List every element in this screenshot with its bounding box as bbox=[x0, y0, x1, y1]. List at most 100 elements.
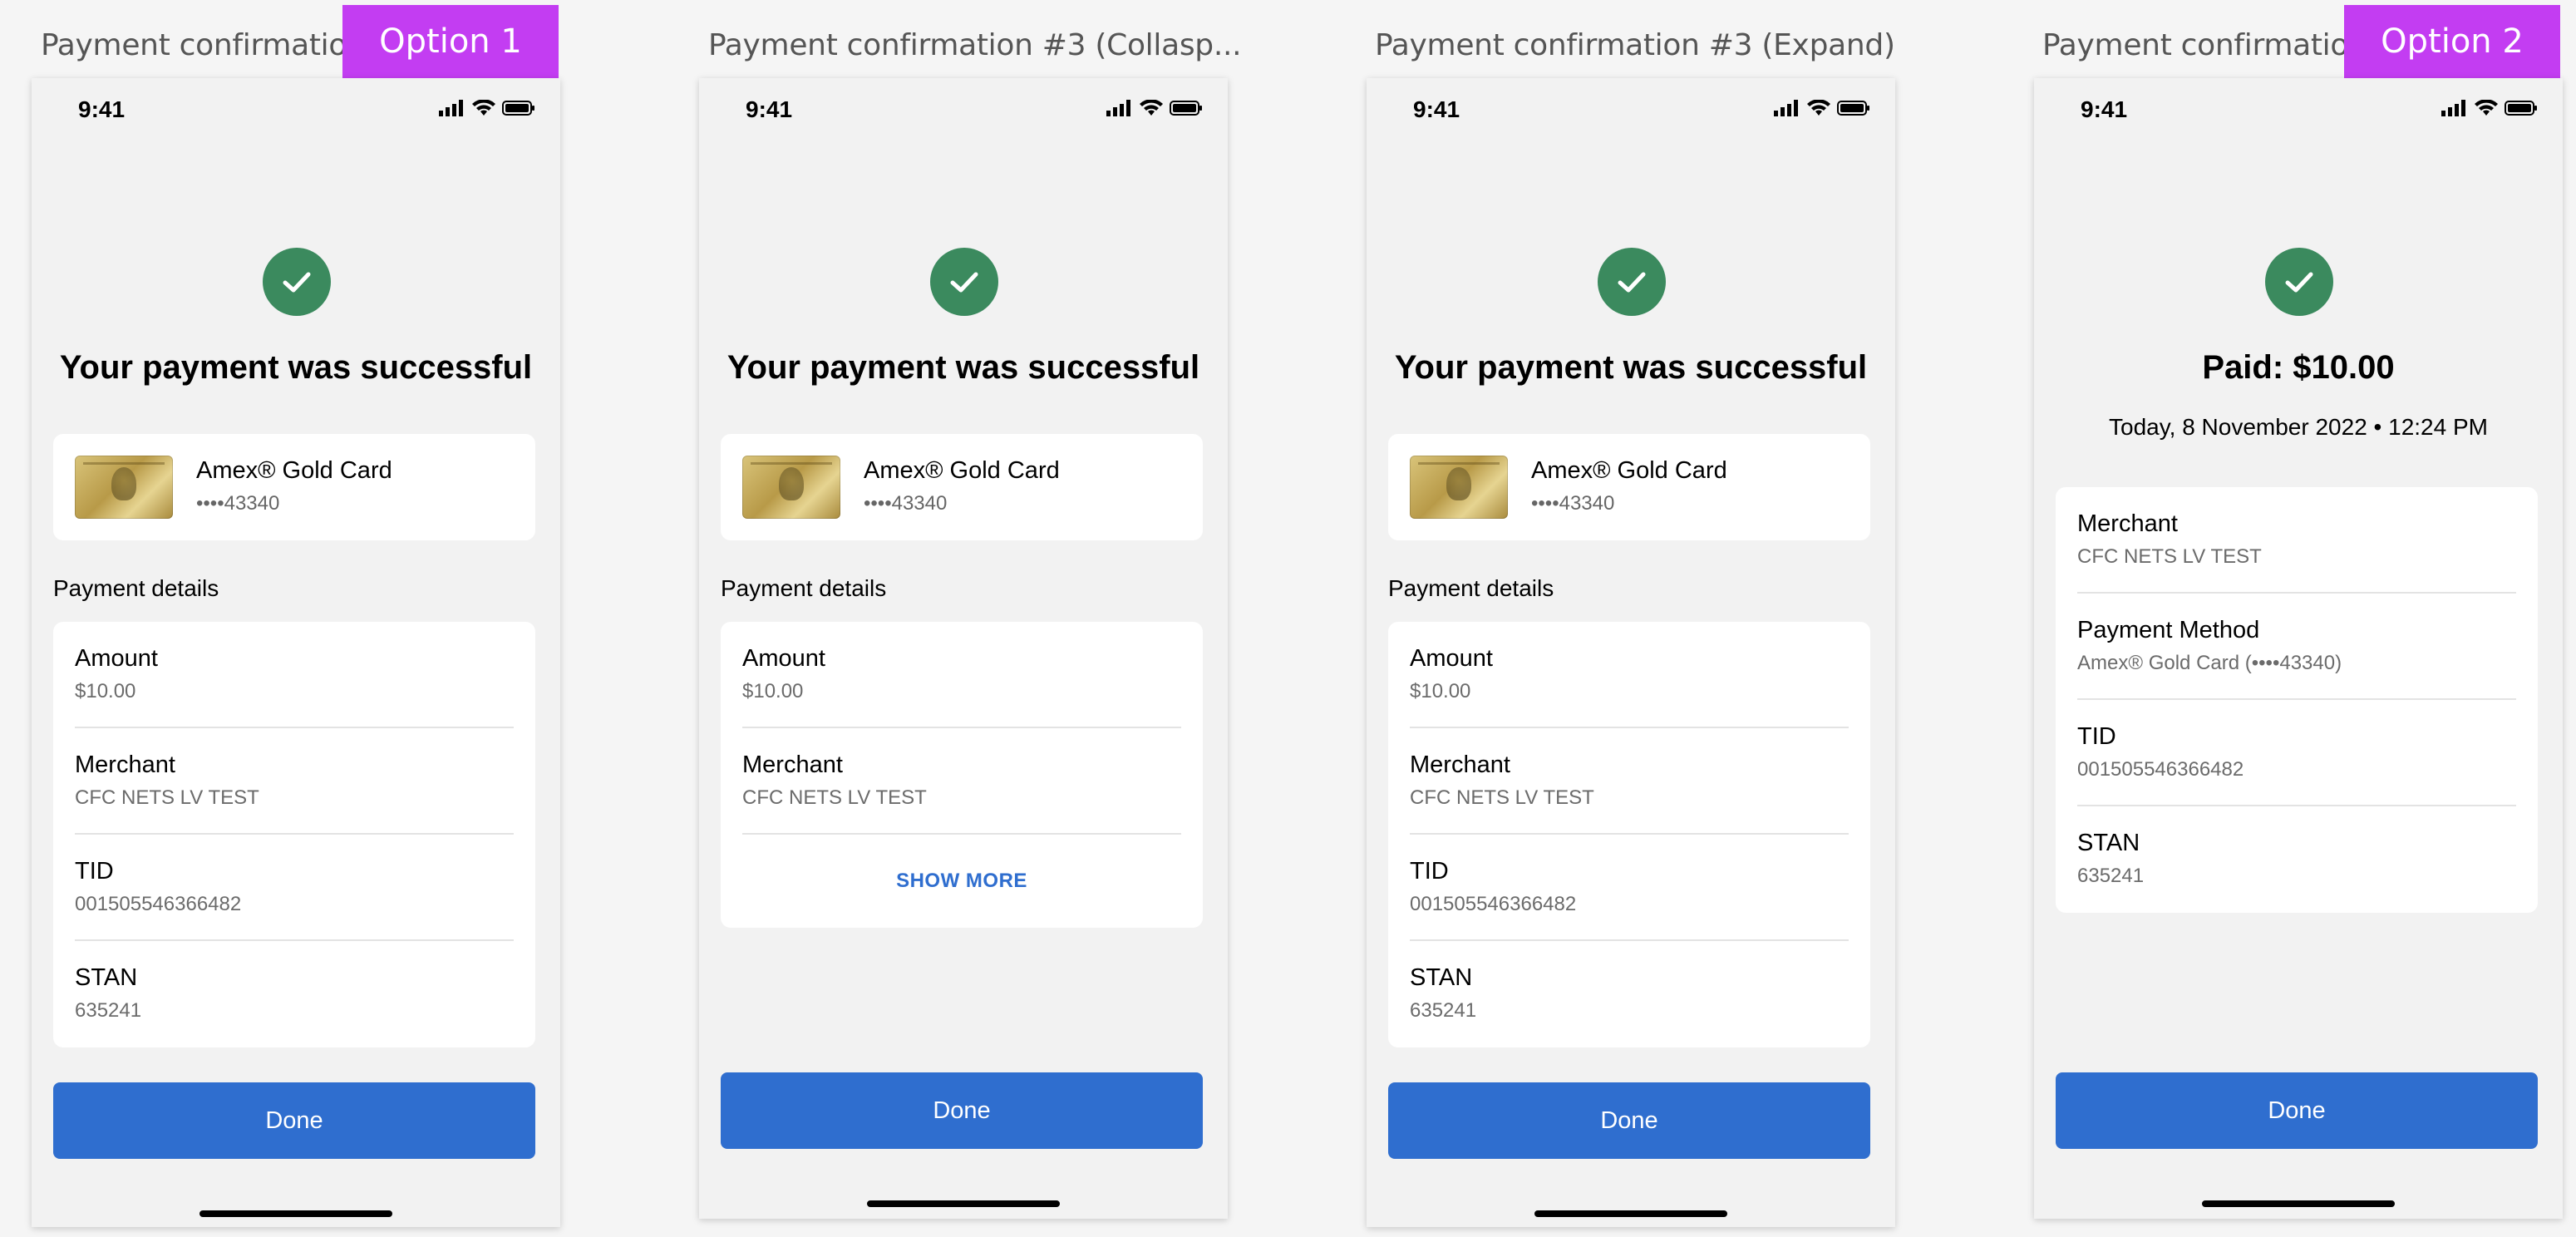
detail-label: TID bbox=[2077, 723, 2116, 750]
payment-details-list: Merchant CFC NETS LV TEST Payment Method… bbox=[2056, 487, 2538, 913]
payment-details-heading: Payment details bbox=[53, 575, 219, 601]
card-number: ••••43340 bbox=[864, 492, 948, 515]
detail-value: Amex® Gold Card (••••43340) bbox=[2077, 652, 2342, 674]
success-check-icon bbox=[2265, 248, 2333, 316]
detail-value: CFC NETS LV TEST bbox=[2077, 545, 2262, 568]
detail-value: CFC NETS LV TEST bbox=[1410, 786, 1594, 809]
done-button[interactable]: Done bbox=[2056, 1072, 2538, 1149]
payment-details-list: Amount $10.00 Merchant CFC NETS LV TEST … bbox=[53, 622, 535, 1047]
status-icons bbox=[1774, 100, 1870, 116]
option-2-tag: Option 2 bbox=[2344, 5, 2560, 78]
signal-icon bbox=[2441, 100, 2465, 116]
detail-label: TID bbox=[1410, 858, 1449, 885]
amex-card-image bbox=[742, 456, 840, 519]
detail-row-tid: TID 001505546366482 bbox=[2077, 700, 2516, 806]
wifi-icon bbox=[472, 100, 495, 116]
detail-value: 635241 bbox=[2077, 865, 2145, 887]
battery-icon bbox=[502, 101, 534, 116]
detail-value: $10.00 bbox=[742, 680, 804, 702]
card-name: Amex® Gold Card bbox=[196, 457, 392, 484]
card-summary: Amex® Gold Card ••••43340 bbox=[1388, 434, 1870, 540]
wifi-icon bbox=[1140, 100, 1163, 116]
detail-label: STAN bbox=[75, 964, 138, 991]
done-button[interactable]: Done bbox=[53, 1082, 535, 1159]
detail-row-amount: Amount $10.00 bbox=[1410, 622, 1849, 728]
detail-row-merchant: Merchant CFC NETS LV TEST bbox=[75, 728, 514, 835]
detail-value: CFC NETS LV TEST bbox=[742, 786, 927, 809]
show-more-button[interactable]: SHOW MORE bbox=[742, 835, 1181, 928]
card-number: ••••43340 bbox=[196, 492, 280, 515]
phone-collapsed: 9:41 Your payment was successful Amex® G… bbox=[699, 78, 1228, 1219]
payment-details-heading: Payment details bbox=[721, 575, 887, 601]
detail-value: CFC NETS LV TEST bbox=[75, 786, 259, 809]
success-check-icon bbox=[1598, 248, 1666, 316]
detail-row-merchant: Merchant CFC NETS LV TEST bbox=[2077, 487, 2516, 594]
payment-details-heading: Payment details bbox=[1388, 575, 1554, 601]
home-indicator[interactable] bbox=[1534, 1210, 1727, 1217]
detail-row-amount: Amount $10.00 bbox=[742, 622, 1181, 728]
status-bar: 9:41 bbox=[2034, 78, 2563, 145]
status-icons bbox=[1106, 100, 1203, 116]
amex-card-image bbox=[1410, 456, 1508, 519]
detail-row-merchant: Merchant CFC NETS LV TEST bbox=[742, 728, 1181, 835]
signal-icon bbox=[439, 100, 463, 116]
home-indicator[interactable] bbox=[199, 1210, 392, 1217]
detail-row-tid: TID 001505546366482 bbox=[75, 835, 514, 941]
detail-value: 635241 bbox=[1410, 999, 1477, 1022]
detail-value: $10.00 bbox=[1410, 680, 1471, 702]
card-number: ••••43340 bbox=[1531, 492, 1615, 515]
success-headline: Your payment was successful bbox=[59, 349, 533, 386]
home-indicator[interactable] bbox=[2202, 1200, 2395, 1207]
status-bar: 9:41 bbox=[32, 78, 560, 145]
card-name: Amex® Gold Card bbox=[864, 457, 1060, 484]
detail-label: Payment Method bbox=[2077, 617, 2260, 643]
status-time: 9:41 bbox=[2081, 96, 2128, 122]
detail-row-stan: STAN 635241 bbox=[2077, 806, 2516, 913]
payment-details-list: Amount $10.00 Merchant CFC NETS LV TEST … bbox=[721, 622, 1203, 928]
option-1-tag: Option 1 bbox=[342, 5, 559, 78]
status-icons bbox=[439, 100, 535, 116]
detail-value: 001505546366482 bbox=[1410, 893, 1577, 915]
detail-label: Merchant bbox=[1410, 752, 1510, 778]
detail-value: 001505546366482 bbox=[75, 893, 242, 915]
detail-label: Merchant bbox=[75, 752, 175, 778]
detail-label: Amount bbox=[75, 645, 158, 672]
success-check-icon bbox=[263, 248, 331, 316]
frame-title-collapsed: Payment confirmation #3 (Collasp... bbox=[708, 28, 1242, 62]
card-summary: Amex® Gold Card ••••43340 bbox=[721, 434, 1203, 540]
status-bar: 9:41 bbox=[1367, 78, 1895, 145]
done-button[interactable]: Done bbox=[1388, 1082, 1870, 1159]
phone-option1: 9:41 Your payment was successful Amex® G… bbox=[32, 78, 560, 1227]
detail-label: Merchant bbox=[742, 752, 843, 778]
detail-value: 001505546366482 bbox=[2077, 758, 2244, 781]
detail-row-tid: TID 001505546366482 bbox=[1410, 835, 1849, 941]
payment-date: Today, 8 November 2022 • 12:24 PM bbox=[2109, 414, 2488, 440]
payment-details-list: Amount $10.00 Merchant CFC NETS LV TEST … bbox=[1388, 622, 1870, 1047]
phone-expanded: 9:41 Your payment was successful Amex® G… bbox=[1367, 78, 1895, 1227]
detail-row-payment-method: Payment Method Amex® Gold Card (••••4334… bbox=[2077, 594, 2516, 700]
success-headline: Your payment was successful bbox=[727, 349, 1200, 386]
success-check-icon bbox=[930, 248, 998, 316]
status-bar: 9:41 bbox=[699, 78, 1228, 145]
wifi-icon bbox=[1807, 100, 1830, 116]
detail-row-merchant: Merchant CFC NETS LV TEST bbox=[1410, 728, 1849, 835]
status-icons bbox=[2441, 100, 2538, 116]
battery-icon bbox=[2505, 101, 2537, 116]
detail-value: $10.00 bbox=[75, 680, 136, 702]
detail-label: STAN bbox=[1410, 964, 1473, 991]
home-indicator[interactable] bbox=[867, 1200, 1060, 1207]
battery-icon bbox=[1170, 101, 1202, 116]
signal-icon bbox=[1774, 100, 1798, 116]
status-time: 9:41 bbox=[746, 96, 793, 122]
detail-value: 635241 bbox=[75, 999, 142, 1022]
paid-amount-title: Paid: $10.00 bbox=[2202, 349, 2395, 386]
card-summary: Amex® Gold Card ••••43340 bbox=[53, 434, 535, 540]
detail-row-stan: STAN 635241 bbox=[1410, 941, 1849, 1047]
battery-icon bbox=[1837, 101, 1869, 116]
wifi-icon bbox=[2475, 100, 2498, 116]
done-button[interactable]: Done bbox=[721, 1072, 1203, 1149]
phone-option2: 9:41 Paid: $10.00 Today, 8 November 2022… bbox=[2034, 78, 2563, 1219]
amex-card-image bbox=[75, 456, 173, 519]
detail-label: Amount bbox=[742, 645, 825, 672]
detail-row-amount: Amount $10.00 bbox=[75, 622, 514, 728]
